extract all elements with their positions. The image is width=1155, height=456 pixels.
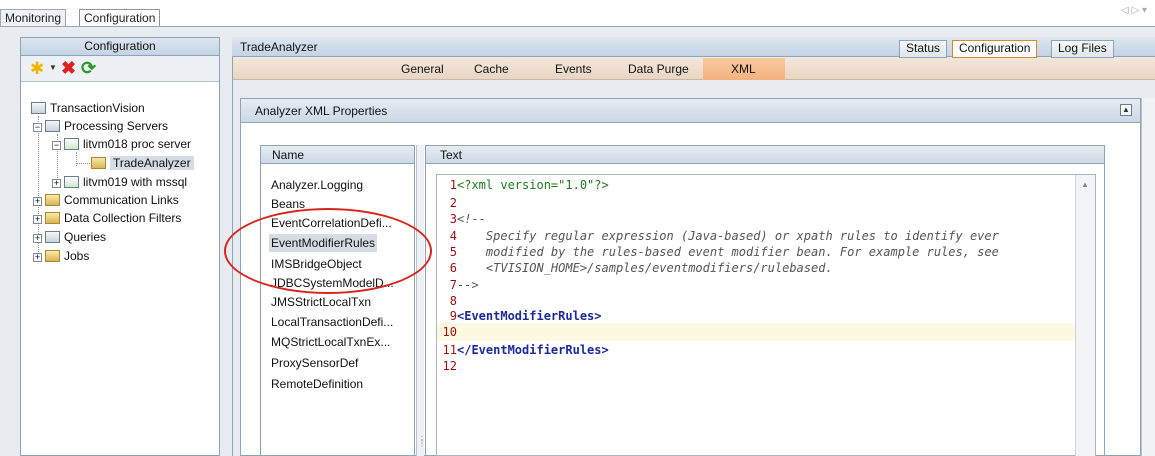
list-item[interactable]: JMSStrictLocalTxn: [271, 293, 371, 311]
subtab-general[interactable]: General: [401, 62, 444, 76]
tree-item-litvm018[interactable]: − litvm018 proc server: [52, 135, 191, 153]
server-root-icon: [31, 102, 46, 114]
expand-toggle-icon[interactable]: +: [33, 234, 42, 243]
subtab-data-purge[interactable]: Data Purge: [628, 62, 689, 76]
pane-splitter[interactable]: [416, 145, 424, 456]
code-line-current[interactable]: 10: [437, 323, 1075, 341]
expand-toggle-icon[interactable]: +: [52, 179, 61, 188]
list-item[interactable]: Analyzer.Logging: [271, 176, 363, 194]
folder-icon: [45, 194, 60, 206]
configuration-panel-title: Configuration: [21, 38, 219, 56]
tab-scroll-arrows-icon[interactable]: ◁ ▷ ▾: [1121, 5, 1147, 16]
subtab-events[interactable]: Events: [555, 62, 592, 76]
tab-monitoring[interactable]: Monitoring: [0, 9, 67, 26]
xml-properties-title: Analyzer XML Properties: [255, 104, 388, 118]
code-line[interactable]: 1<?xml version="1.0"?>: [437, 176, 1075, 194]
code-line[interactable]: 12: [437, 357, 1075, 375]
tree-item-processing-servers[interactable]: − Processing Servers: [33, 117, 168, 135]
list-item[interactable]: MQStrictLocalTxnEx...: [271, 333, 390, 351]
query-icon: [45, 231, 60, 243]
tree-line: [76, 163, 90, 164]
expand-toggle-icon[interactable]: +: [33, 215, 42, 224]
servers-folder-icon: [45, 120, 60, 132]
red-annotation-ellipse: [224, 208, 432, 294]
tree-item-data-collection-filters[interactable]: + Data Collection Filters: [33, 209, 181, 227]
tab-configuration-detail[interactable]: Configuration: [952, 40, 1038, 58]
subtab-cache[interactable]: Cache: [474, 62, 509, 76]
text-pane-header: [426, 146, 1104, 164]
tree-item-transactionvision[interactable]: TransactionVision: [31, 99, 145, 117]
folder-icon: [45, 212, 60, 224]
jobs-folder-icon: [45, 250, 60, 262]
subtab-bar: [233, 58, 1155, 80]
analyzer-icon: [91, 157, 106, 169]
tab-configuration[interactable]: Configuration: [79, 9, 161, 27]
proc-server-icon: [64, 176, 79, 188]
collapse-toggle-icon[interactable]: −: [52, 141, 61, 150]
refresh-icon[interactable]: ⟳: [81, 58, 96, 79]
list-item[interactable]: ProxySensorDef: [271, 354, 358, 372]
list-item[interactable]: LocalTransactionDefi...: [271, 313, 393, 331]
tab-status[interactable]: Status: [899, 40, 948, 58]
subtab-xml[interactable]: XML: [731, 62, 756, 76]
expand-toggle-icon[interactable]: +: [33, 197, 42, 206]
list-item[interactable]: RemoteDefinition: [271, 375, 363, 393]
code-line[interactable]: 3<!--: [437, 210, 1075, 228]
code-line[interactable]: 6 <TVISION_HOME>/samples/eventmodifiers/…: [437, 259, 1075, 277]
name-column-header: Name: [272, 148, 305, 162]
section-scrollbar[interactable]: [1141, 98, 1155, 456]
tab-log-files[interactable]: Log Files: [1051, 40, 1114, 58]
delete-x-icon[interactable]: ✖: [61, 58, 76, 79]
tree-item-queries[interactable]: + Queries: [33, 228, 106, 246]
tree-item-litvm019[interactable]: + litvm019 with mssql: [52, 173, 187, 191]
expand-toggle-icon[interactable]: +: [33, 253, 42, 262]
new-star-icon[interactable]: ✱: [30, 59, 44, 79]
proc-server-icon: [64, 138, 79, 150]
configuration-toolbar: ✱ ▼ ✖ ⟳: [21, 56, 219, 82]
chevron-down-icon[interactable]: ▼: [49, 63, 57, 72]
collapse-toggle-icon[interactable]: −: [33, 123, 42, 132]
text-column-header: Text: [440, 148, 463, 162]
scroll-up-icon[interactable]: ▲: [1081, 180, 1089, 189]
editor-scrollbar[interactable]: [1075, 175, 1095, 456]
collapse-section-icon[interactable]: ▲: [1120, 104, 1132, 116]
tree-item-communication-links[interactable]: + Communication Links: [33, 191, 179, 209]
app-tab-bar: [0, 0, 1155, 26]
tree-item-jobs[interactable]: + Jobs: [33, 247, 89, 265]
tree-item-tradeanalyzer[interactable]: TradeAnalyzer: [91, 154, 194, 172]
detail-panel-title: TradeAnalyzer: [240, 40, 318, 54]
